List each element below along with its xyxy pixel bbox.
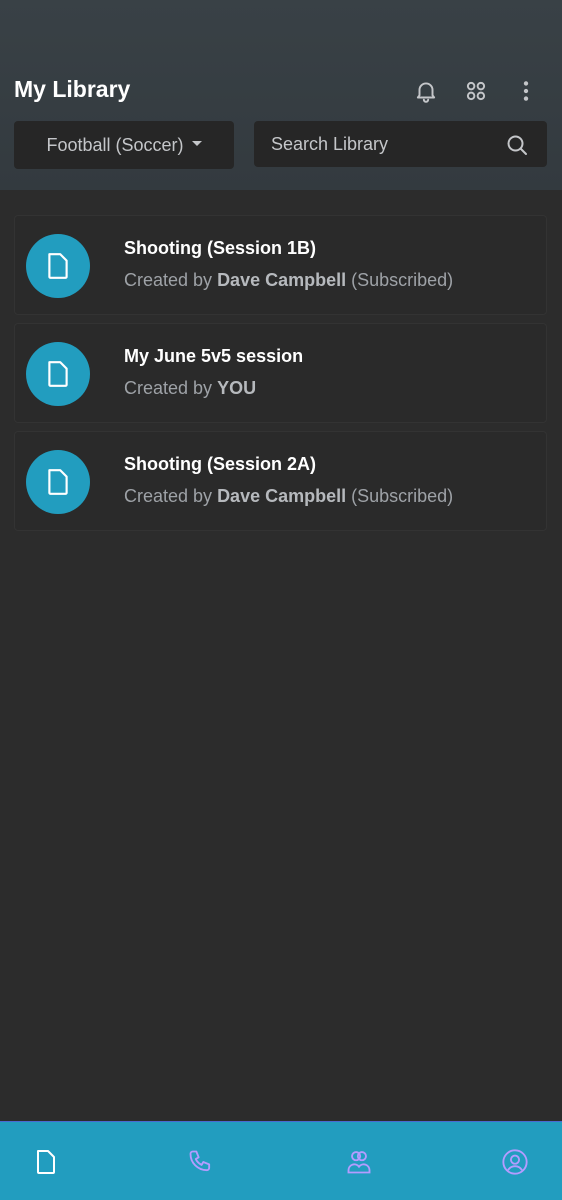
library-list: Shooting (Session 1B) Created by Dave Ca… xyxy=(14,215,547,539)
item-subtitle: Created by Dave Campbell (Subscribed) xyxy=(124,486,454,506)
document-icon xyxy=(37,1150,55,1174)
document-icon xyxy=(48,361,68,387)
document-icon xyxy=(48,253,68,279)
list-item[interactable]: Shooting (Session 1B) Created by Dave Ca… xyxy=(14,215,547,315)
nav-team[interactable] xyxy=(344,1146,374,1178)
nav-calls[interactable] xyxy=(186,1146,216,1178)
bell-icon[interactable] xyxy=(413,78,439,104)
document-icon xyxy=(48,469,68,495)
phone-icon xyxy=(189,1150,211,1172)
item-title: Shooting (Session 2A) xyxy=(124,454,317,474)
item-subtitle: Created by YOU xyxy=(124,378,257,398)
document-avatar xyxy=(26,234,90,298)
list-item[interactable]: My June 5v5 session Created by YOU xyxy=(14,323,547,423)
profile-icon xyxy=(502,1149,528,1175)
document-avatar xyxy=(26,342,90,406)
header: My Library Football (Soccer) xyxy=(0,0,562,190)
sport-filter-dropdown[interactable]: Football (Soccer) xyxy=(14,121,234,169)
item-title: My June 5v5 session xyxy=(124,346,304,366)
item-subtitle: Created by Dave Campbell (Subscribed) xyxy=(124,270,454,290)
item-author: Dave Campbell xyxy=(217,486,347,506)
search-icon[interactable] xyxy=(505,133,529,157)
sport-filter-label: Football (Soccer) xyxy=(46,134,184,155)
nav-profile[interactable] xyxy=(500,1146,530,1178)
search-input[interactable] xyxy=(254,121,494,167)
list-item[interactable]: Shooting (Session 2A) Created by Dave Ca… xyxy=(14,431,547,531)
nav-library[interactable] xyxy=(31,1146,61,1178)
document-avatar xyxy=(26,450,90,514)
item-author: Dave Campbell xyxy=(217,270,347,290)
page-title: My Library xyxy=(14,76,131,102)
grid-icon[interactable] xyxy=(463,78,489,104)
item-author: YOU xyxy=(217,378,257,398)
users-icon xyxy=(347,1151,371,1174)
caret-down-icon xyxy=(191,140,202,146)
item-title: Shooting (Session 1B) xyxy=(124,238,317,258)
more-vertical-icon[interactable] xyxy=(513,78,539,104)
bottom-nav xyxy=(0,1121,562,1200)
search-box xyxy=(254,121,547,167)
